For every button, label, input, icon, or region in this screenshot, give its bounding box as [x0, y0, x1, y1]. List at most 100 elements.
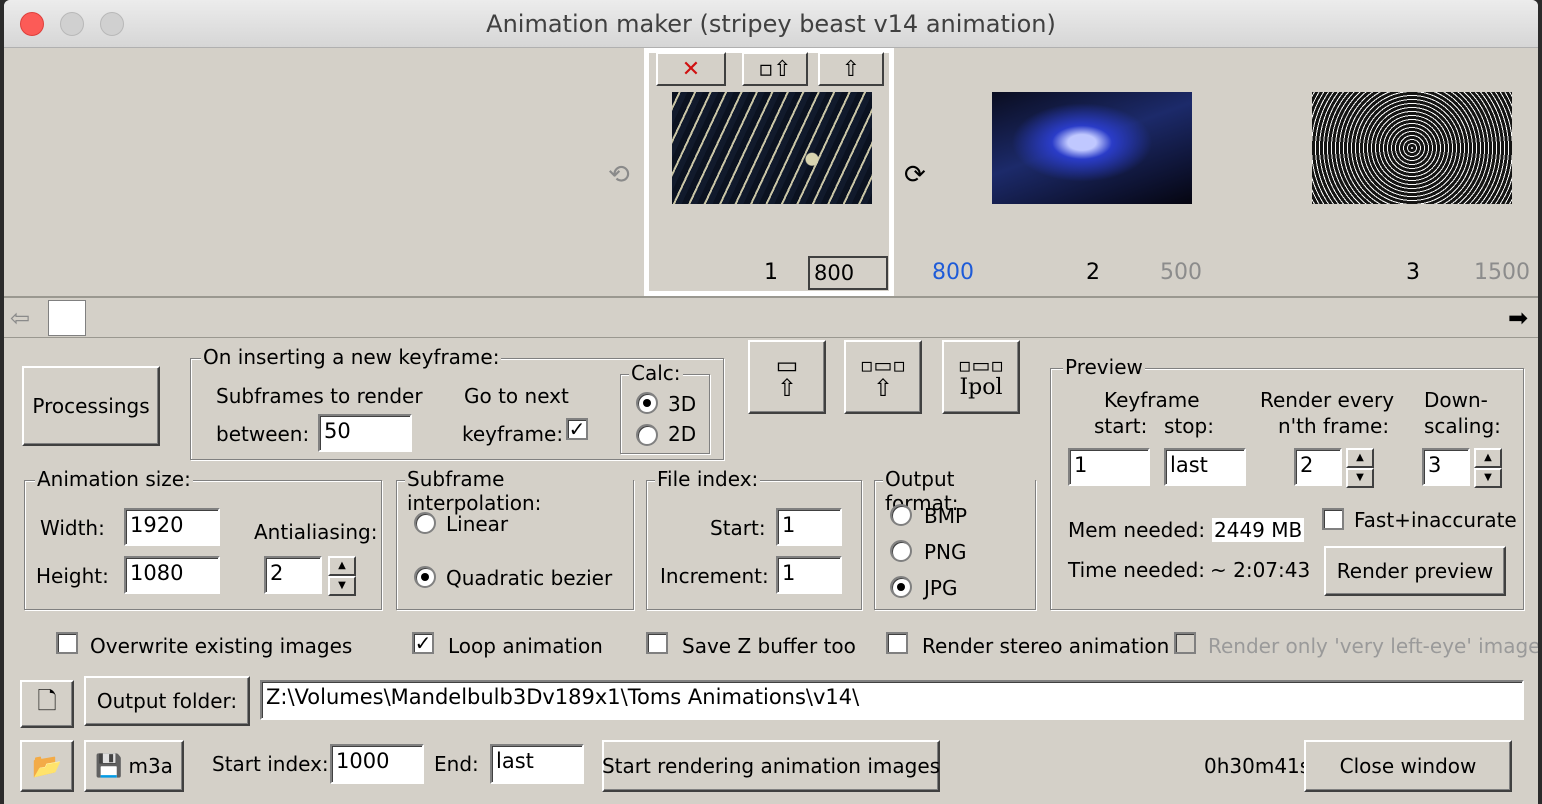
start-rendering-button[interactable]: Start rendering animation images	[602, 740, 940, 792]
calc-2d-radio[interactable]	[636, 424, 658, 446]
save-m3a-button[interactable]: 💾 m3a	[84, 740, 184, 792]
up-arrow-icon: ⇧	[872, 374, 894, 402]
left-eye-label: Render only 'very left-eye' images	[1208, 634, 1538, 658]
preview-keyframe-label: Keyframe	[1104, 388, 1200, 412]
keyframe-frames-input-1[interactable]: 800	[808, 256, 888, 290]
time-needed-value: ~ 2:07:43	[1210, 558, 1311, 582]
processings-button[interactable]: Processings	[22, 366, 160, 446]
scroll-left-arrow-icon[interactable]: ⇦	[10, 304, 30, 332]
keyframe-thumbnail-1[interactable]	[672, 92, 872, 204]
calc-2d-label: 2D	[668, 422, 697, 446]
format-jpg-radio[interactable]	[890, 576, 912, 598]
render-every-spinner[interactable]: ▲ ▼	[1346, 448, 1374, 488]
stereo-checkbox[interactable]	[886, 632, 908, 654]
red-x-icon: ✕	[681, 56, 701, 82]
left-eye-checkbox	[1174, 632, 1196, 654]
rotate-left-icon[interactable]: ⟲	[608, 160, 630, 190]
insert-group-legend: On inserting a new keyframe:	[201, 345, 502, 369]
calc-legend: Calc:	[629, 361, 683, 385]
loop-animation-label: Loop animation	[448, 634, 603, 658]
keyframe-frames-2[interactable]: 500	[1160, 260, 1202, 285]
preview-start-input[interactable]: 1	[1068, 448, 1150, 486]
open-file-button[interactable]: 📂	[20, 740, 74, 792]
file-start-input[interactable]: 1	[776, 508, 842, 546]
preview-stop-input[interactable]: last	[1164, 448, 1246, 486]
antialiasing-input[interactable]: 2	[264, 556, 322, 594]
spin-down-icon[interactable]: ▼	[1346, 468, 1374, 488]
keyframe-scrollbar[interactable]	[4, 298, 1538, 338]
overwrite-label: Overwrite existing images	[90, 634, 353, 658]
interpolate-button[interactable]: ▫▭▫ Ipol	[942, 340, 1020, 414]
antialiasing-label: Antialiasing:	[254, 520, 378, 544]
render-every-input[interactable]: 2	[1294, 448, 1342, 486]
downscaling-input[interactable]: 3	[1422, 448, 1470, 486]
subframes-input[interactable]: 50	[318, 414, 412, 452]
format-png-label: PNG	[924, 540, 967, 564]
file-increment-input[interactable]: 1	[776, 556, 842, 594]
delete-keyframe-button[interactable]: ✕	[656, 52, 726, 86]
downscaling-label-1: Down-	[1424, 388, 1488, 412]
save-zbuffer-checkbox[interactable]	[646, 632, 668, 654]
start-index-label: Start index:	[212, 752, 329, 776]
interpolation-group: Subframe interpolation:	[396, 467, 634, 610]
insert-between-keyframes-button[interactable]: ▫▭▫ ⇧	[844, 340, 922, 414]
interp-linear-label: Linear	[446, 512, 509, 536]
insert-keyframe-small-button[interactable]: ▫⇧	[742, 52, 808, 86]
subframes-label: Subframes to render	[216, 384, 423, 408]
move-keyframe-up-button[interactable]: ⇧	[818, 52, 884, 86]
subframes-between-label: between:	[216, 422, 310, 446]
keyframe-index-2: 2	[1086, 260, 1100, 285]
preview-legend: Preview	[1063, 355, 1145, 379]
spin-down-icon[interactable]: ▼	[328, 576, 356, 596]
elapsed-time: 0h30m41s	[1204, 754, 1311, 778]
keyframe-thumbnail-3[interactable]	[1312, 92, 1512, 204]
output-folder-button[interactable]: Output folder:	[84, 676, 250, 726]
calc-3d-radio[interactable]	[636, 392, 658, 414]
ipol-label: Ipol	[959, 375, 1003, 400]
new-document-button[interactable]: 🗋	[20, 680, 74, 728]
keyframe-frames-3[interactable]: 1500	[1474, 260, 1530, 285]
preview-start-label: start:	[1094, 414, 1148, 438]
output-path-input[interactable]: Z:\Volumes\Mandelbulb3Dv189x1\Toms Anima…	[260, 680, 1524, 720]
downscaling-spinner[interactable]: ▲ ▼	[1474, 448, 1502, 488]
preview-stop-label: stop:	[1164, 414, 1214, 438]
calc-3d-label: 3D	[668, 392, 697, 416]
keyframe-thumbnail-2[interactable]	[992, 92, 1192, 204]
goto-next-label: Go to next	[464, 384, 569, 408]
antialiasing-spinner[interactable]: ▲ ▼	[328, 556, 356, 596]
goto-next-keyframe-checkbox[interactable]: ✓	[566, 418, 588, 440]
boxes-icon: ▫▭▫	[957, 353, 1004, 377]
spin-up-icon[interactable]: ▲	[1474, 448, 1502, 468]
scroll-right-arrow-icon[interactable]: ➡	[1508, 304, 1528, 332]
spin-down-icon[interactable]: ▼	[1474, 468, 1502, 488]
overwrite-checkbox[interactable]	[56, 632, 78, 654]
spin-up-icon[interactable]: ▲	[1346, 448, 1374, 468]
render-preview-button[interactable]: Render preview	[1324, 546, 1506, 596]
format-png-radio[interactable]	[890, 540, 912, 562]
file-start-label: Start:	[710, 516, 766, 540]
keyframe-index-1: 1	[764, 260, 778, 285]
close-window-button[interactable]: Close window	[1304, 740, 1512, 792]
keyframe-between-frames[interactable]: 800	[932, 260, 974, 285]
height-input[interactable]: 1080	[124, 556, 220, 594]
render-every-label: Render every	[1260, 388, 1395, 412]
insert-keyframe-button[interactable]: ▭ ⇧	[748, 340, 826, 414]
interp-linear-radio[interactable]	[414, 512, 436, 534]
downscaling-label-2: scaling:	[1424, 414, 1501, 438]
animation-size-legend: Animation size:	[35, 467, 193, 491]
format-bmp-radio[interactable]	[890, 504, 912, 526]
scroll-thumb[interactable]	[48, 300, 86, 336]
keyframe-index-3: 3	[1406, 260, 1420, 285]
interpolation-legend: Subframe interpolation:	[405, 467, 633, 515]
format-jpg-label: JPG	[924, 576, 958, 600]
fast-inaccurate-checkbox[interactable]	[1322, 508, 1344, 530]
interp-quadratic-radio[interactable]	[414, 566, 436, 588]
floppy-disk-icon: 💾	[95, 753, 123, 779]
loop-animation-checkbox[interactable]: ✓	[412, 632, 434, 654]
spin-up-icon[interactable]: ▲	[328, 556, 356, 576]
start-index-input[interactable]: 1000	[330, 744, 424, 784]
width-input[interactable]: 1920	[124, 508, 220, 546]
rotate-right-icon[interactable]: ⟳	[904, 160, 926, 190]
fast-inaccurate-label: Fast+inaccurate	[1354, 508, 1517, 532]
end-input[interactable]: last	[490, 744, 584, 784]
